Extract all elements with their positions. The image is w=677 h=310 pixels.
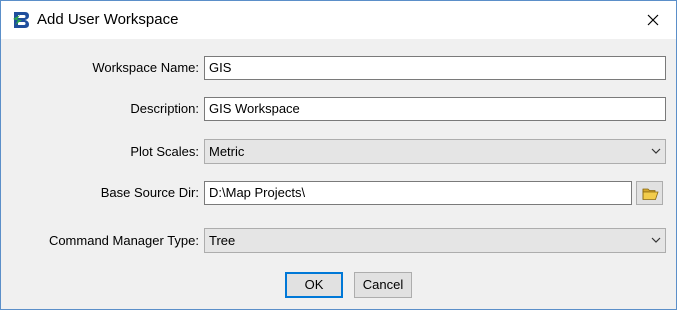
workspace-name-input[interactable]: GIS — [204, 56, 666, 80]
ok-button[interactable]: OK — [285, 272, 343, 298]
browse-folder-button[interactable] — [636, 181, 663, 205]
window-title: Add User Workspace — [37, 11, 179, 28]
close-icon — [647, 14, 659, 26]
add-user-workspace-dialog: Add User Workspace Workspace Name: GIS D… — [0, 0, 677, 310]
command-manager-type-label: Command Manager Type: — [48, 233, 199, 248]
chevron-down-icon — [651, 237, 661, 243]
plot-scales-label: Plot Scales: — [130, 144, 199, 159]
workspace-name-label: Workspace Name: — [92, 60, 199, 75]
plot-scales-select[interactable]: Metric — [204, 139, 666, 164]
chevron-down-icon — [651, 148, 661, 154]
command-manager-type-select[interactable]: Tree — [204, 228, 666, 253]
cancel-button[interactable]: Cancel — [354, 272, 412, 298]
description-label: Description: — [130, 101, 199, 116]
base-source-dir-input[interactable]: D:\Map Projects\ — [204, 181, 632, 205]
title-bar: Add User Workspace — [1, 1, 676, 39]
close-button[interactable] — [630, 5, 676, 35]
base-source-dir-label: Base Source Dir: — [100, 185, 199, 200]
description-input[interactable]: GIS Workspace — [204, 97, 666, 121]
open-folder-icon — [642, 188, 659, 200]
plot-scales-selected-value: Metric — [209, 144, 245, 159]
bentley-b-logo-icon — [11, 10, 31, 30]
command-manager-type-selected-value: Tree — [209, 233, 236, 248]
